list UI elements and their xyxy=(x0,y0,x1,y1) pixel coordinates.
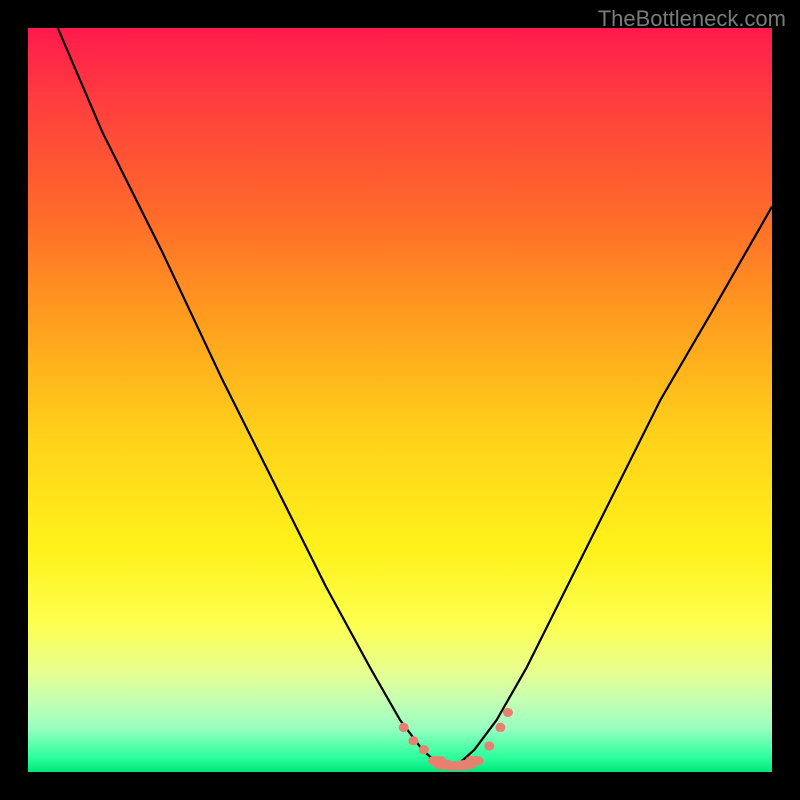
trough-marker xyxy=(503,708,513,717)
trough-marker xyxy=(484,742,494,751)
trough-marker xyxy=(419,745,429,754)
chart-svg xyxy=(28,28,772,772)
curve-right xyxy=(448,207,772,768)
trough-marker xyxy=(408,736,418,745)
trough-marker xyxy=(495,723,505,732)
trough-marker xyxy=(399,723,409,732)
trough-marker xyxy=(465,756,483,765)
chart-frame: TheBottleneck.com xyxy=(0,0,800,800)
curve-left xyxy=(58,28,449,768)
trough-markers xyxy=(399,708,513,771)
plot-area xyxy=(28,28,772,772)
